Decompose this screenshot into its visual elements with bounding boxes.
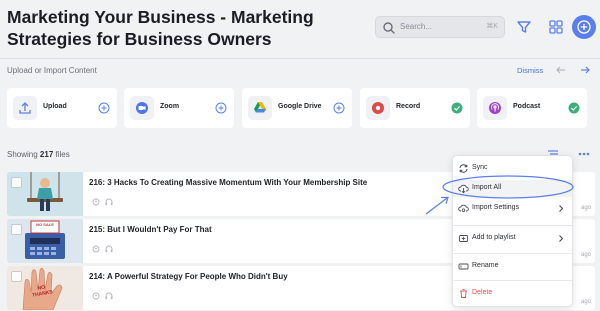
source-card-upload[interactable]: Upload [7,88,117,128]
menu-item-label: Delete [472,289,493,296]
episode-title[interactable]: 216: 3 Hacks To Creating Massive Momentu… [89,178,367,187]
upload-section-title: Upload or Import Content [7,66,97,75]
row-date: ago [580,299,591,305]
file-count-suffix: files [55,150,70,159]
menu-item-label: Import All [472,184,502,191]
trash-icon [460,289,467,298]
chevron-right-icon [559,205,564,212]
episode-title[interactable]: 215: But I Wouldn't Pay For That [89,225,212,234]
search-placeholder: Search... [400,22,433,31]
menu-item-sync[interactable]: Sync [453,160,572,177]
row-checkbox[interactable] [11,224,22,235]
menu-item-add-to-playlist[interactable]: Add to playlist [453,230,572,247]
add-circle-icon[interactable] [215,102,227,114]
episode-type-icons [92,292,113,300]
episode-type-icons [92,198,113,206]
source-card-record[interactable]: Record [360,88,470,128]
zoom-icon [130,96,154,120]
record-icon [366,96,390,120]
menu-item-label: Add to playlist [472,234,516,241]
source-label: Upload [43,103,67,110]
search-shortcut: ⌘K [486,23,498,30]
header: Marketing Your Business - Marketing Stra… [0,0,600,58]
rename-icon [458,263,469,270]
arrow-left-icon[interactable] [554,63,568,77]
check-circle-icon [451,102,463,114]
source-label: Zoom [160,103,180,110]
menu-divider [453,253,572,254]
episode-type-icons [92,245,113,253]
chevron-right-icon [559,235,564,242]
podcast-icon [483,96,507,120]
menu-divider [453,225,572,226]
row-date: ago [580,252,591,258]
search-icon [383,22,395,34]
check-circle-icon [568,102,580,114]
menu-item-rename[interactable]: Rename [453,258,572,275]
plus-icon [577,20,591,34]
google-drive-icon [248,96,272,120]
row-checkbox[interactable] [11,177,22,188]
source-label: Google Drive [278,103,322,110]
add-circle-icon[interactable] [98,102,110,114]
menu-item-delete[interactable]: Delete [453,285,572,302]
context-menu: Sync Import All Import Settings Add to p… [452,155,573,307]
grid-icon[interactable] [546,17,566,37]
source-label: Podcast [513,103,541,110]
menu-divider [453,280,572,281]
row-checkbox[interactable] [11,271,22,282]
menu-item-label: Import Settings [472,204,520,211]
row-date: ago [580,205,591,211]
source-card-zoom[interactable]: Zoom [124,88,234,128]
cloud-download-icon [458,184,469,194]
settings-icon [458,204,469,212]
dismiss-link[interactable]: Dismiss [517,66,543,75]
filter-icon[interactable] [514,17,534,37]
file-count: Showing 217 files [7,150,70,159]
menu-item-import-all[interactable]: Import All [453,180,572,197]
episode-title[interactable]: 214: A Powerful Strategy For People Who … [89,272,288,281]
menu-item-import-settings[interactable]: Import Settings [453,200,572,217]
playlist-icon [459,235,468,242]
add-circle-icon[interactable] [333,102,345,114]
upload-icon [13,96,37,120]
more-options-icon[interactable] [577,147,591,161]
header-divider [0,58,600,59]
file-count-number: 217 [39,150,54,159]
menu-item-label: Rename [472,262,499,269]
add-button[interactable] [572,15,596,39]
arrow-right-icon[interactable] [578,63,592,77]
thumb-text: NO SALE [36,222,54,227]
source-label: Record [396,103,421,110]
menu-item-label: Sync [472,164,488,171]
file-count-label: Showing [7,150,38,159]
sync-icon [459,164,468,173]
source-card-google-drive[interactable]: Google Drive [242,88,352,128]
search-input[interactable]: Search... ⌘K [375,16,505,38]
source-card-podcast[interactable]: Podcast [477,88,587,128]
page-title: Marketing Your Business - Marketing Stra… [7,7,314,49]
